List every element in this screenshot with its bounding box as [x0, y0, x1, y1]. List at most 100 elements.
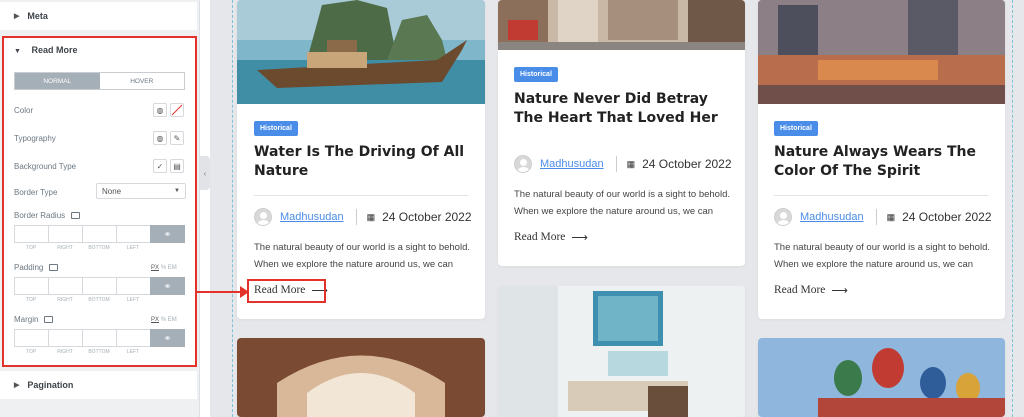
- avatar: [254, 208, 272, 226]
- dim-label-right: RIGHT: [57, 297, 73, 303]
- post-excerpt: The natural beauty of our world is a sig…: [254, 239, 470, 273]
- margin-bottom[interactable]: [82, 329, 116, 347]
- unit-percent[interactable]: %: [161, 317, 166, 323]
- border-type-select[interactable]: None ▼: [96, 183, 186, 199]
- post-excerpt: The natural beauty of our world is a sig…: [774, 239, 990, 273]
- typography-label: Typography: [14, 134, 56, 143]
- border-radius-left[interactable]: [116, 225, 150, 243]
- section-meta[interactable]: ▶ Meta: [0, 2, 197, 30]
- read-more-link[interactable]: Read More ⟶: [514, 230, 588, 244]
- author-link[interactable]: Madhusudan: [800, 211, 864, 223]
- unit-em[interactable]: EM: [168, 265, 177, 271]
- author-link[interactable]: Madhusudan: [280, 211, 344, 223]
- read-more-label: Read More: [514, 231, 566, 243]
- section-guide-line: [232, 0, 233, 417]
- pencil-icon[interactable]: ✎: [170, 131, 184, 145]
- no-color-icon: [171, 104, 183, 116]
- collapse-panel-handle[interactable]: ‹: [200, 156, 210, 190]
- author-link[interactable]: Madhusudan: [540, 158, 604, 170]
- border-radius-dim-labels: TOP RIGHT BOTTOM LEFT: [14, 245, 150, 251]
- post-title[interactable]: Water Is The Driving Of All Nature: [254, 143, 474, 181]
- margin-top[interactable]: [14, 329, 48, 347]
- dim-label-left: LEFT: [126, 349, 140, 355]
- dim-label-left: LEFT: [126, 245, 140, 251]
- color-picker-button[interactable]: [170, 103, 184, 117]
- link-icon[interactable]: ⚭: [150, 225, 185, 243]
- padding-right[interactable]: [48, 277, 82, 295]
- border-radius-bottom[interactable]: [82, 225, 116, 243]
- dim-label-top: TOP: [25, 349, 37, 355]
- chevron-down-icon: ▼: [174, 188, 180, 194]
- section-meta-label: Meta: [27, 11, 48, 21]
- padding-label: Padding: [14, 263, 59, 272]
- meta-separator: [875, 209, 877, 225]
- margin-right[interactable]: [48, 329, 82, 347]
- tab-hover[interactable]: HOVER: [100, 73, 185, 89]
- post-title[interactable]: Nature Always Wears The Color Of The Spi…: [774, 143, 998, 181]
- margin-units[interactable]: PX % EM: [151, 317, 177, 323]
- unit-px[interactable]: PX: [151, 317, 159, 323]
- border-type-label: Border Type: [14, 188, 58, 197]
- monitor-icon: [71, 212, 81, 219]
- post-image-cathedral[interactable]: [758, 338, 1005, 417]
- dim-label-top: TOP: [25, 245, 37, 251]
- post-meta: Madhusudan ▦ 24 October 2022: [254, 208, 472, 226]
- border-radius-top[interactable]: [14, 225, 48, 243]
- category-badge[interactable]: Historical: [514, 67, 558, 82]
- unit-percent[interactable]: %: [161, 265, 166, 271]
- padding-left[interactable]: [116, 277, 150, 295]
- padding-dim-labels: TOP RIGHT BOTTOM LEFT: [14, 297, 150, 303]
- padding-bottom[interactable]: [82, 277, 116, 295]
- dim-label-top: TOP: [25, 297, 37, 303]
- meta-separator: [355, 209, 357, 225]
- globe-icon[interactable]: ◍: [153, 131, 167, 145]
- section-pagination[interactable]: ▶ Pagination: [0, 371, 197, 399]
- section-pagination-label: Pagination: [27, 380, 74, 390]
- border-radius-label: Border Radius: [14, 211, 81, 220]
- post-image-living-room[interactable]: [498, 286, 745, 417]
- gradient-icon[interactable]: ▤: [170, 159, 184, 173]
- read-more-link[interactable]: Read More ⟶: [774, 283, 848, 297]
- unit-px[interactable]: PX: [151, 265, 159, 271]
- tab-normal[interactable]: NORMAL: [15, 73, 100, 89]
- section-read-more-label: Read More: [31, 45, 78, 55]
- category-badge[interactable]: Historical: [774, 121, 818, 136]
- margin-left[interactable]: [116, 329, 150, 347]
- calendar-icon: ▦: [626, 158, 636, 169]
- post-image-arch[interactable]: [237, 338, 485, 417]
- post-title-line: Color Of The Spirit: [774, 163, 921, 179]
- link-icon[interactable]: ⚭: [150, 329, 185, 347]
- section-read-more-header[interactable]: ▼ Read More: [14, 45, 77, 55]
- post-image-city-reflection[interactable]: [758, 0, 1005, 104]
- category-badge[interactable]: Historical: [254, 121, 298, 136]
- post-title-line: The Heart That Loved Her: [514, 110, 718, 126]
- post-card: [758, 338, 1005, 417]
- padding-units[interactable]: PX % EM: [151, 265, 177, 271]
- excerpt-line: The natural beauty of our world is a sig…: [254, 242, 470, 253]
- preview-canvas: Historical Water Is The Driving Of All N…: [210, 0, 1024, 417]
- border-radius-right[interactable]: [48, 225, 82, 243]
- brush-icon[interactable]: ✓: [153, 159, 167, 173]
- post-card: [498, 286, 745, 417]
- avatar: [774, 208, 792, 226]
- globe-icon[interactable]: ◍: [153, 103, 167, 117]
- caret-right-icon: ▶: [14, 13, 20, 20]
- margin-label: Margin: [14, 315, 54, 324]
- border-type-value: None: [102, 186, 122, 196]
- post-title-line: Nature Never Did Betray: [514, 91, 708, 107]
- post-excerpt: The natural beauty of our world is a sig…: [514, 186, 730, 220]
- chevron-left-icon: ‹: [203, 168, 207, 178]
- unit-em[interactable]: EM: [168, 317, 177, 323]
- padding-top[interactable]: [14, 277, 48, 295]
- section-guide-line: [1012, 0, 1013, 417]
- section-read-more: ▼ Read More NORMAL HOVER Color ◍ Typogra…: [2, 36, 197, 367]
- post-image-city-street[interactable]: [498, 0, 745, 50]
- link-icon[interactable]: ⚭: [150, 277, 185, 295]
- post-image-boat[interactable]: [237, 0, 485, 104]
- color-label: Color: [14, 106, 34, 115]
- post-title[interactable]: Nature Never Did Betray The Heart That L…: [514, 90, 738, 128]
- annotation-arrow-head: [240, 286, 249, 298]
- border-radius-inputs: ⚭: [14, 225, 185, 243]
- excerpt-line: The natural beauty of our world is a sig…: [774, 242, 990, 253]
- arrow-right-icon: ⟶: [571, 232, 588, 244]
